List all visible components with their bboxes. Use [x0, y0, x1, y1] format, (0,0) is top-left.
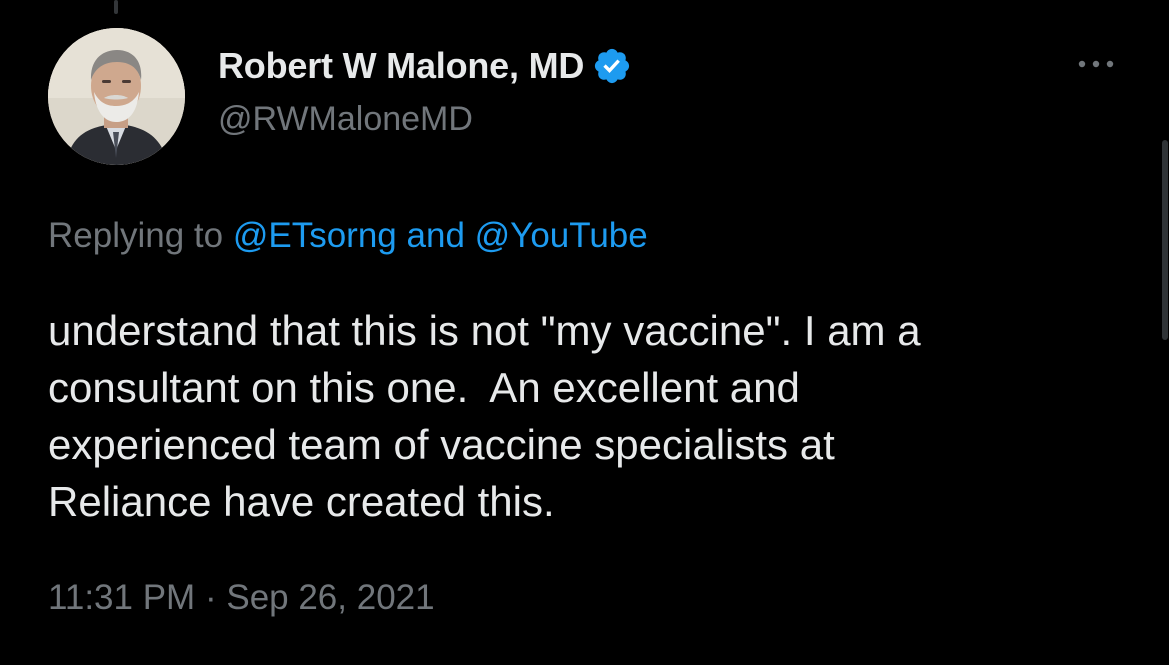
author-name-row: Robert W Malone, MD — [218, 42, 632, 90]
avatar[interactable] — [48, 28, 185, 165]
reply-context: Replying to @ETsorng and @YouTube — [48, 216, 648, 256]
timestamp-separator: · — [204, 578, 217, 617]
reply-context-prefix: Replying to — [48, 216, 224, 255]
more-options-button[interactable] — [1072, 52, 1120, 76]
more-horizontal-icon — [1078, 60, 1114, 68]
tweet-text: understand that this is not "my vaccine"… — [48, 307, 921, 525]
mention-link-etsorng[interactable]: @ETsorng — [233, 216, 397, 255]
thread-connector-line — [114, 0, 118, 14]
author-display-name[interactable]: Robert W Malone, MD — [218, 45, 584, 87]
verified-badge-icon — [592, 46, 632, 86]
tweet-timestamp[interactable]: 11:31 PM · Sep 26, 2021 — [48, 578, 435, 618]
mention-link-youtube[interactable]: @YouTube — [475, 216, 648, 255]
author-handle[interactable]: @RWMaloneMD — [218, 100, 473, 139]
scrollbar[interactable] — [1162, 140, 1168, 340]
profile-photo-icon — [48, 28, 185, 165]
timestamp-time[interactable]: 11:31 PM — [48, 578, 195, 617]
reply-context-conjunction[interactable]: and — [407, 216, 465, 255]
timestamp-date[interactable]: Sep 26, 2021 — [226, 578, 434, 617]
